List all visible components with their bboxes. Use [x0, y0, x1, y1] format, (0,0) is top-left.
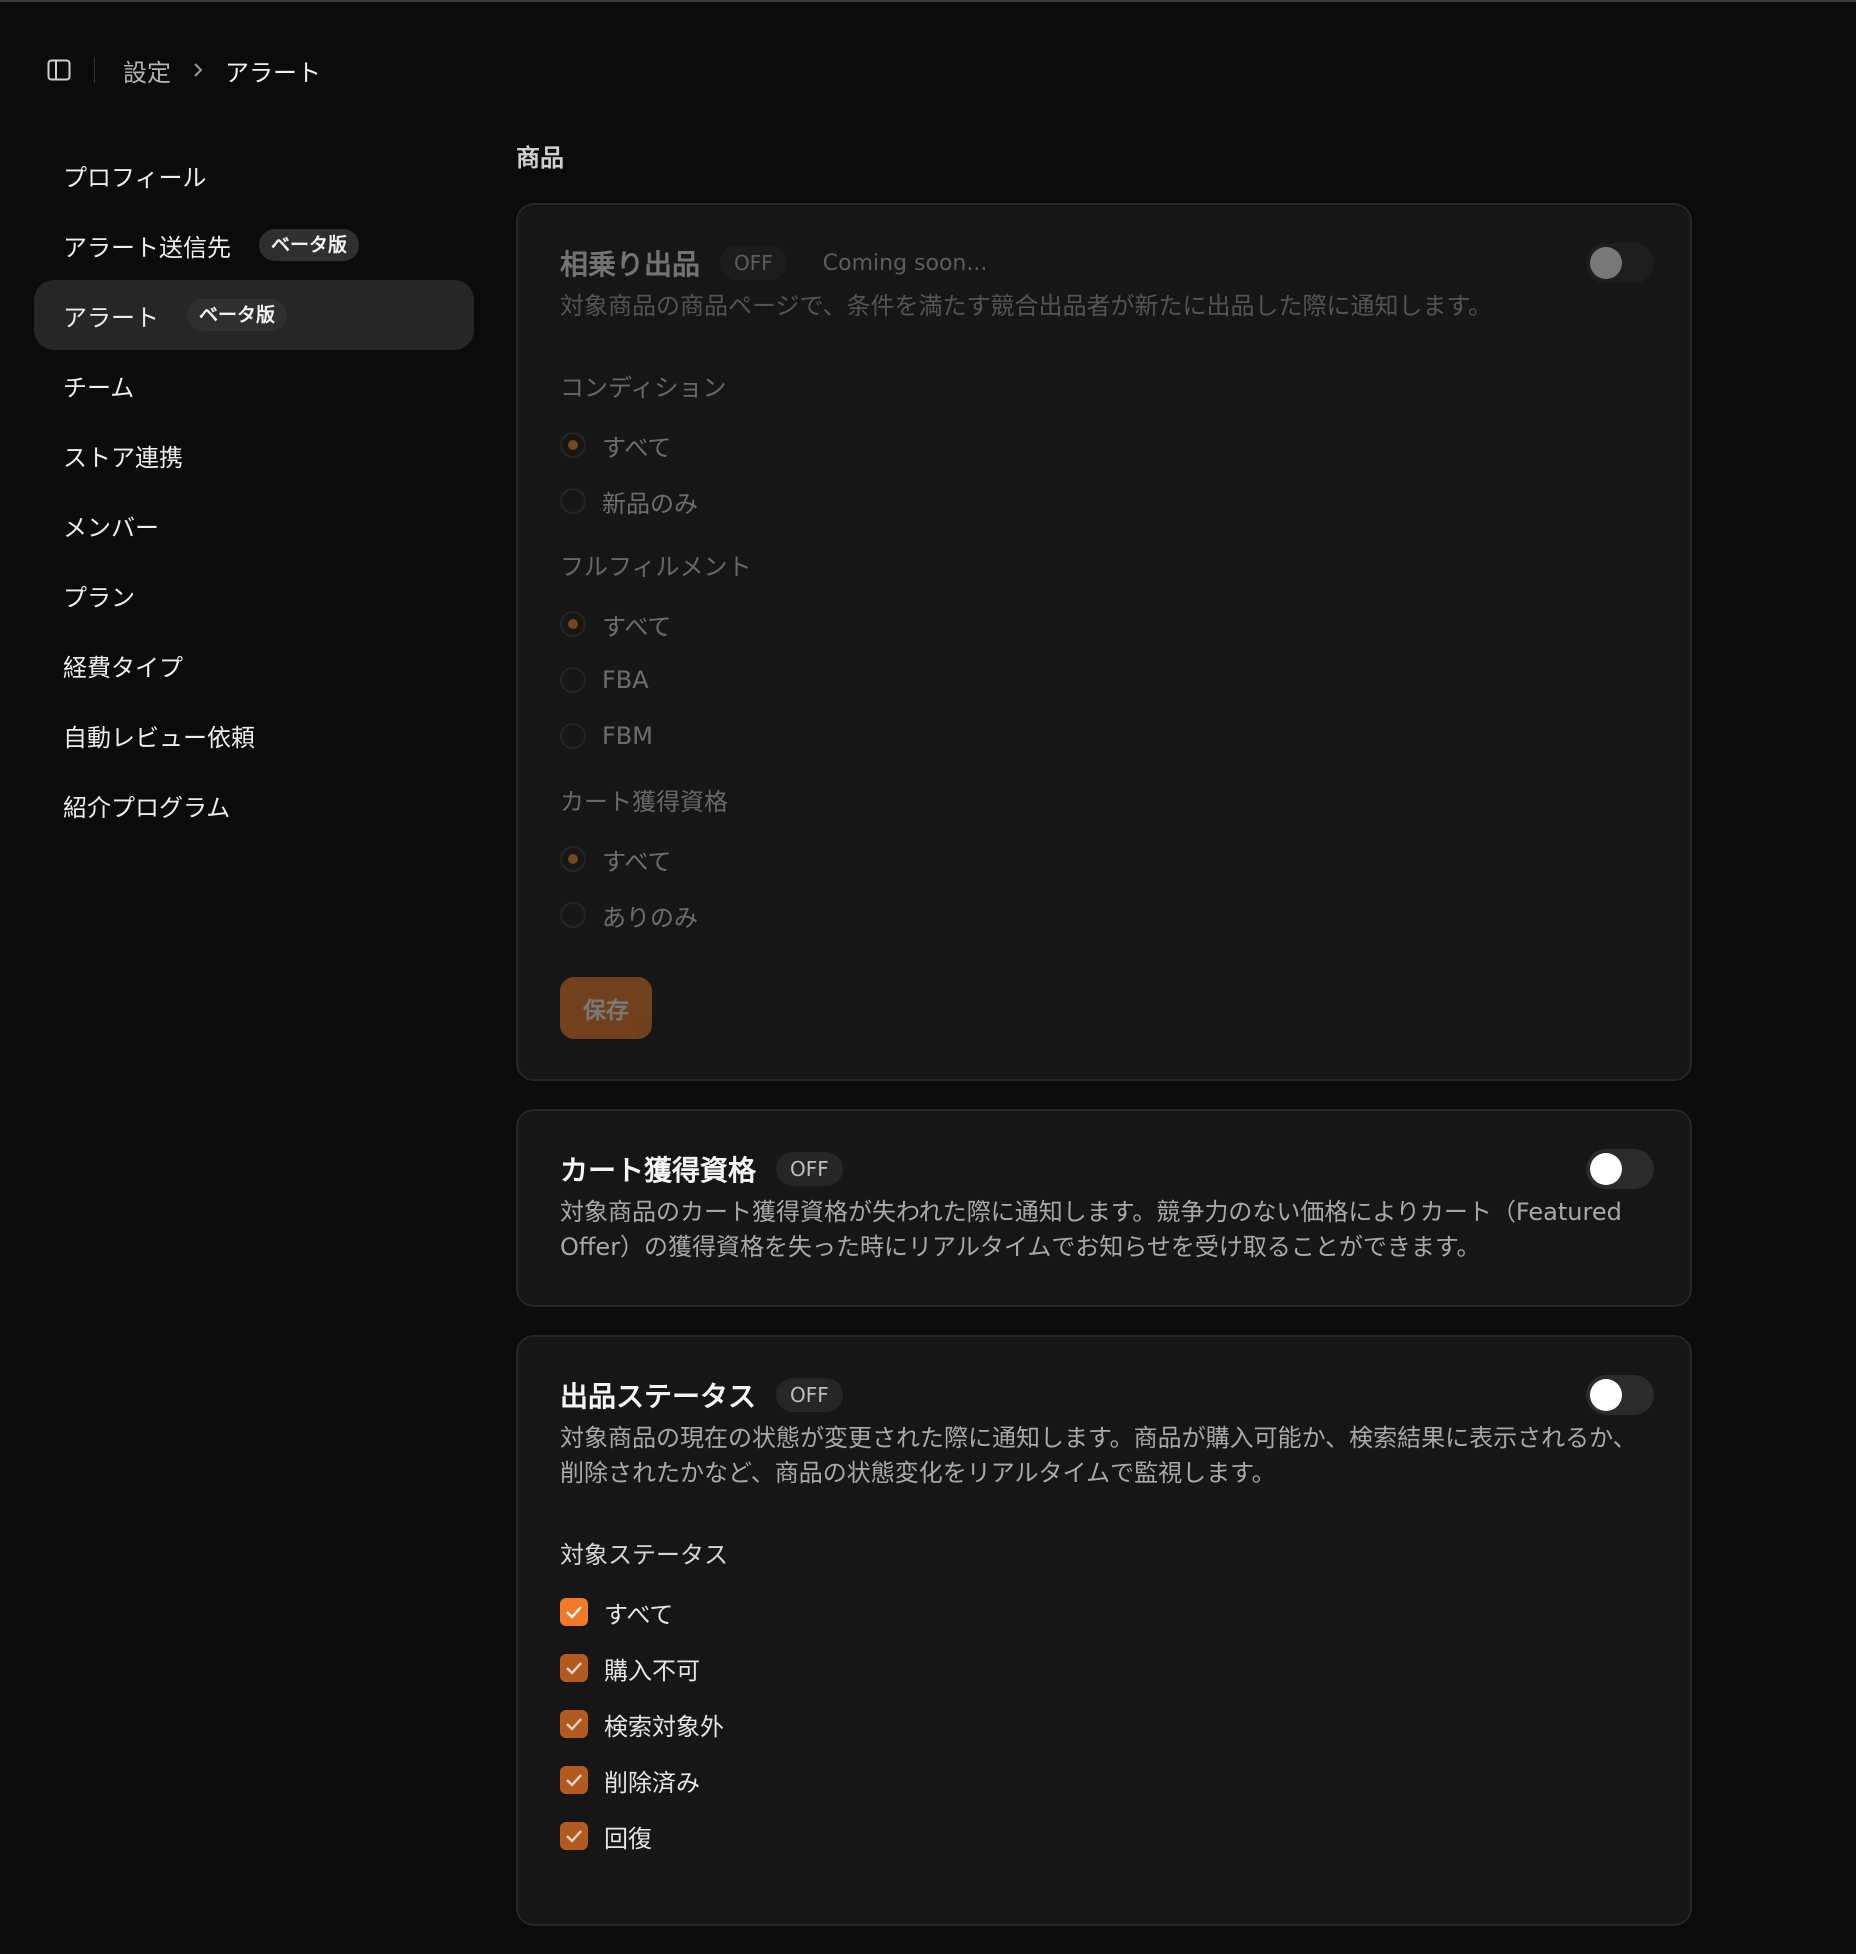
beta-badge: ベータ版 [187, 299, 288, 331]
checkbox-recovered[interactable]: 回復 [560, 1808, 1654, 1864]
sidebar-item-label: 自動レビュー依頼 [63, 723, 255, 752]
checkbox-unsearchable[interactable]: 検索対象外 [560, 1696, 1654, 1752]
card-description: 対象商品の商品ページで、条件を満たす競合出品者が新たに出品した際に通知します。 [560, 292, 1493, 320]
option-label: FBM [602, 722, 653, 750]
checkbox-checked-icon [560, 1822, 588, 1850]
radio-fulfillment-fbm[interactable]: FBM [560, 708, 1654, 764]
breadcrumb-settings[interactable]: 設定 [123, 53, 171, 88]
chevron-right-icon [193, 62, 203, 78]
group-label-condition: コンディション [560, 374, 727, 402]
radio-fulfillment-all[interactable]: すべて [560, 596, 1654, 652]
sidebar-item-label: 経費タイプ [63, 653, 183, 682]
sidebar-item-label: プラン [63, 583, 135, 612]
status-badge: OFF [776, 1152, 843, 1186]
header: 設定 アラート [46, 50, 321, 90]
card-description: 対象商品の現在の状態が変更された際に通知します。商品が購入可能か、検索結果に表示… [560, 1424, 1637, 1487]
section-title: 商品 [516, 144, 564, 172]
checkbox-unbuyable[interactable]: 購入不可 [560, 1640, 1654, 1696]
checkbox-checked-icon [560, 1710, 588, 1738]
group-label-fulfillment: フルフィルメント [560, 553, 752, 581]
coming-soon-label: Coming soon... [822, 250, 988, 276]
sidebar-item-alert-destinations[interactable]: アラート送信先 ベータ版 [34, 210, 474, 280]
sidebar-toggle-icon[interactable] [46, 58, 72, 82]
option-label: 回復 [604, 1824, 652, 1853]
group-label-buybox: カート獲得資格 [560, 788, 728, 816]
radio-selected-icon [560, 432, 586, 458]
sidebar-item-expense-types[interactable]: 経費タイプ [34, 630, 474, 700]
sidebar-item-profile[interactable]: プロフィール [34, 140, 474, 210]
radio-icon [560, 667, 586, 693]
alert-card-buybox-eligibility: カート獲得資格 OFF 対象商品のカート獲得資格が失われた際に通知します。競争力… [516, 1109, 1692, 1307]
option-label: すべて [602, 847, 672, 876]
sidebar-item-label: 紹介プログラム [63, 793, 231, 822]
sidebar-item-label: アラート送信先 [63, 233, 231, 262]
toggle-knob [1590, 247, 1622, 279]
window-top-border [0, 0, 1856, 2]
sidebar-item-label: プロフィール [63, 163, 207, 192]
option-label: 削除済み [604, 1768, 700, 1797]
breadcrumb-current: アラート [225, 58, 321, 87]
checkbox-all[interactable]: すべて [560, 1584, 1654, 1640]
option-label: ありのみ [602, 903, 698, 932]
sidebar-item-team[interactable]: チーム [34, 350, 474, 420]
disabled-content: 相乗り出品 OFF Coming soon... 対象商品の商品ページで、条件を… [560, 243, 1654, 1039]
status-badge: OFF [776, 1378, 843, 1412]
sidebar-item-members[interactable]: メンバー [34, 490, 474, 560]
sidebar-item-alerts[interactable]: アラート ベータ版 [34, 280, 474, 350]
sidebar-item-referral[interactable]: 紹介プログラム [34, 770, 474, 840]
radio-selected-icon [560, 846, 586, 872]
sidebar-item-label: チーム [63, 373, 135, 402]
beta-badge: ベータ版 [259, 229, 360, 261]
option-label: FBA [602, 666, 649, 694]
radio-condition-new[interactable]: 新品のみ [560, 473, 1654, 529]
option-label: すべて [604, 1600, 674, 1629]
card-description: 対象商品のカート獲得資格が失われた際に通知します。競争力のない価格によりカート（… [560, 1198, 1622, 1261]
status-badge: OFF [720, 246, 787, 280]
settings-sidebar: プロフィール アラート送信先 ベータ版 アラート ベータ版 チーム ストア連携 … [34, 140, 474, 840]
radio-icon [560, 902, 586, 928]
alert-toggle[interactable] [1586, 243, 1654, 283]
checkbox-deleted[interactable]: 削除済み [560, 1752, 1654, 1808]
radio-buybox-eligible-only[interactable]: ありのみ [560, 887, 1654, 943]
sidebar-item-label: アラート [63, 303, 159, 332]
checkbox-checked-icon [560, 1766, 588, 1794]
radio-icon [560, 488, 586, 514]
option-label: すべて [602, 433, 672, 462]
alert-toggle[interactable] [1586, 1375, 1654, 1415]
card-title: カート獲得資格 [560, 1154, 757, 1187]
option-label: すべて [602, 612, 672, 641]
alert-card-listing-status: 出品ステータス OFF 対象商品の現在の状態が変更された際に通知します。商品が購… [516, 1335, 1692, 1926]
alert-card-piggyback-listing: 相乗り出品 OFF Coming soon... 対象商品の商品ページで、条件を… [516, 203, 1692, 1081]
sidebar-item-auto-review[interactable]: 自動レビュー依頼 [34, 700, 474, 770]
radio-condition-all[interactable]: すべて [560, 417, 1654, 473]
sidebar-item-plan[interactable]: プラン [34, 560, 474, 630]
option-label: 購入不可 [604, 1656, 700, 1685]
radio-fulfillment-fba[interactable]: FBA [560, 652, 1654, 708]
sidebar-item-label: メンバー [63, 513, 159, 542]
sidebar-item-store-integration[interactable]: ストア連携 [34, 420, 474, 490]
alert-toggle[interactable] [1586, 1149, 1654, 1189]
checkbox-checked-icon [560, 1654, 588, 1682]
sidebar-item-label: ストア連携 [63, 443, 183, 472]
checkbox-checked-icon [560, 1598, 588, 1626]
toggle-knob [1590, 1153, 1622, 1185]
header-divider [94, 57, 95, 83]
radio-icon [560, 723, 586, 749]
radio-selected-icon [560, 611, 586, 637]
group-label-target-status: 対象ステータス [560, 1541, 728, 1569]
main-content: 商品 相乗り出品 OFF Coming soon... 対象商品の商品ページで、… [516, 128, 1692, 1954]
option-label: 検索対象外 [604, 1712, 724, 1741]
option-label: 新品のみ [602, 489, 698, 518]
toggle-knob [1590, 1379, 1622, 1411]
radio-buybox-all[interactable]: すべて [560, 831, 1654, 887]
card-title: 出品ステータス [560, 1380, 757, 1413]
save-button[interactable]: 保存 [560, 977, 652, 1039]
card-title: 相乗り出品 [560, 248, 701, 281]
